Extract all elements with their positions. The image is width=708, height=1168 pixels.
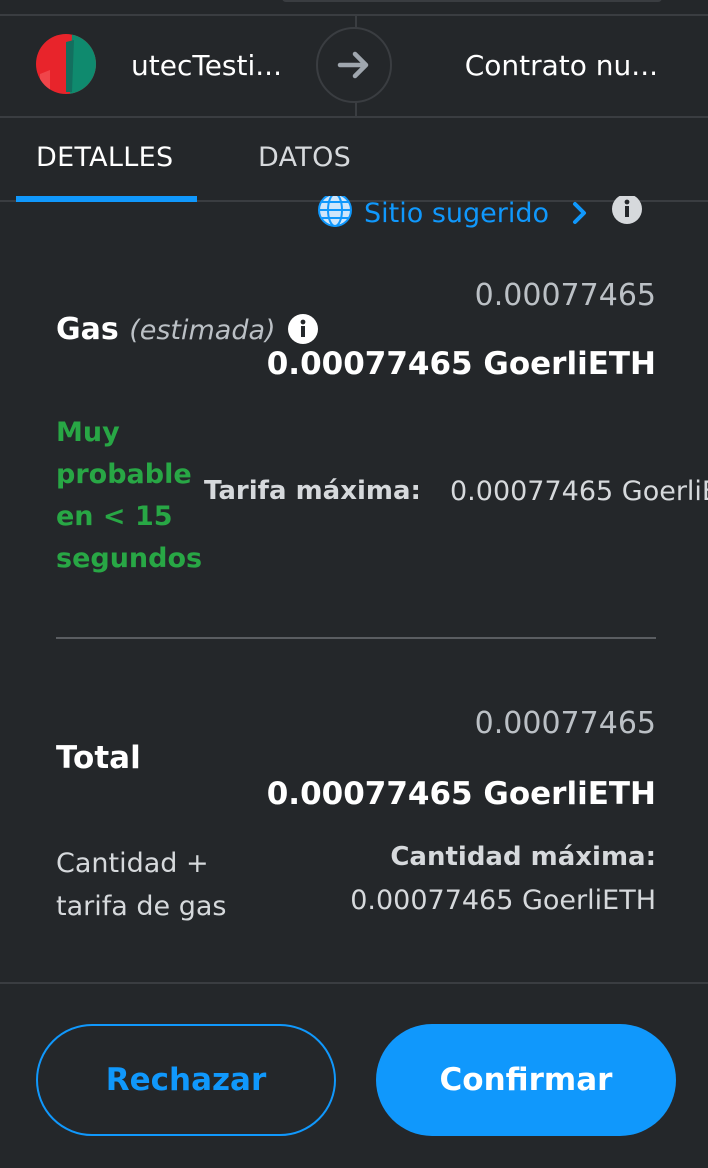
top-strip [0,0,708,16]
avatar-identicon [36,34,96,94]
max-amount-value: 0.00077465 GoerliETH [350,885,656,916]
account-header: utecTesti... Contrato nu... [0,16,708,118]
suggested-site-label: Sitio sugerido [364,197,550,229]
tab-datos[interactable]: DATOS [258,142,351,173]
arrow-right-icon [316,27,392,103]
globe-icon [318,196,352,227]
total-label: Total [56,740,141,776]
gas-likelihood: Muy probable en < 15 segundos [56,417,203,574]
gas-info-icon[interactable] [287,313,319,345]
max-fee-value: 0.00077465 GoerliETH [450,476,708,507]
suggested-site-link[interactable]: Sitio sugerido [316,196,643,230]
gas-label: Gas (estimada) [56,312,276,347]
section-divider [56,637,656,639]
reject-button[interactable]: Rechazar [36,1024,336,1136]
gas-eth-value: 0.00077465 GoerliETH [266,346,656,382]
gas-title: Gas [56,312,119,347]
from-account-name[interactable]: utecTesti... [131,49,282,82]
gas-fiat-value: 0.00077465 [474,278,656,313]
account-avatar[interactable] [36,34,96,94]
gas-estimate-note: (estimada) [129,315,276,346]
active-tab-indicator [16,196,197,202]
info-icon[interactable] [611,196,643,225]
top-tab-edge [282,0,662,2]
max-amount-label: Cantidad máxima: [390,842,656,872]
max-fee-label: Tarifa máxima: [204,476,421,506]
tab-bar: DETALLES DATOS [0,118,708,202]
footer-divider [0,982,708,984]
tab-detalles[interactable]: DETALLES [36,142,173,173]
total-eth-value: 0.00077465 GoerliETH [266,776,656,812]
to-contract-name[interactable]: Contrato nu... [465,49,658,82]
total-subtitle: Cantidad + tarifa de gas [56,848,227,922]
chevron-right-icon [573,202,587,224]
total-fiat-value: 0.00077465 [474,706,656,741]
confirm-button[interactable]: Confirmar [376,1024,676,1136]
